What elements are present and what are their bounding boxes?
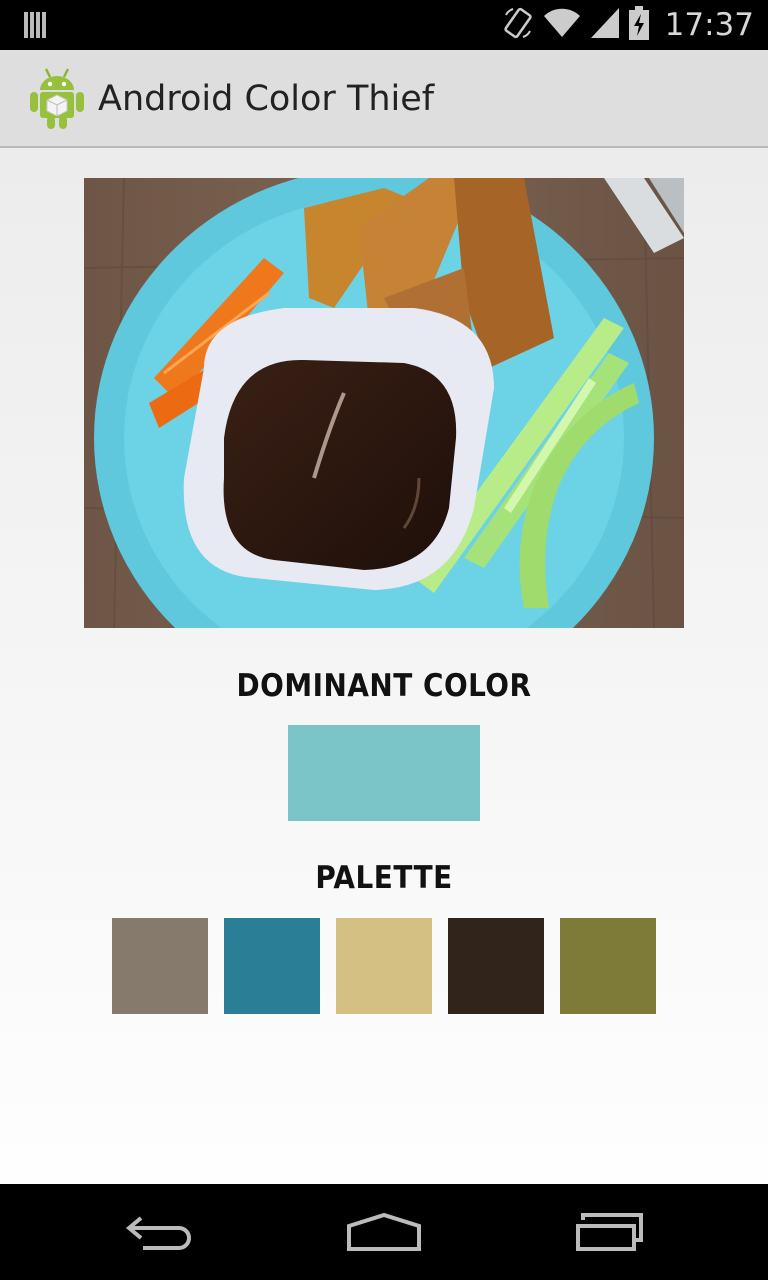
action-bar: Android Color Thief xyxy=(0,50,768,148)
recents-button[interactable] xyxy=(530,1184,690,1280)
palette-row xyxy=(112,918,656,1014)
food-plate-photo xyxy=(83,168,685,708)
wifi-icon xyxy=(543,8,581,43)
palette-swatch xyxy=(560,918,656,1014)
battery-charging-icon xyxy=(628,5,649,45)
signal-icon xyxy=(590,7,619,43)
android-robot-icon[interactable] xyxy=(28,66,86,135)
palette-swatch xyxy=(336,918,432,1014)
dominant-color-heading: DOMINANT COLOR xyxy=(236,668,532,704)
app-title: Android Color Thief xyxy=(98,79,435,119)
palette-swatch xyxy=(224,918,320,1014)
palette-swatch xyxy=(448,918,544,1014)
rotation-lock-icon xyxy=(503,7,533,44)
status-bar: 17:37 xyxy=(0,0,768,50)
recents-icon xyxy=(576,1213,643,1251)
notification-icon xyxy=(24,12,48,43)
palette-heading: PALETTE xyxy=(315,860,453,896)
palette-swatch xyxy=(112,918,208,1014)
navigation-bar xyxy=(0,1184,768,1280)
back-icon xyxy=(125,1216,191,1250)
main-content: DOMINANT COLOR PALETTE xyxy=(0,148,768,1184)
status-time: 17:37 xyxy=(664,7,754,43)
home-icon xyxy=(347,1212,421,1251)
back-button[interactable] xyxy=(80,1184,240,1280)
dominant-color-swatch xyxy=(288,725,480,821)
home-button[interactable] xyxy=(304,1184,464,1280)
